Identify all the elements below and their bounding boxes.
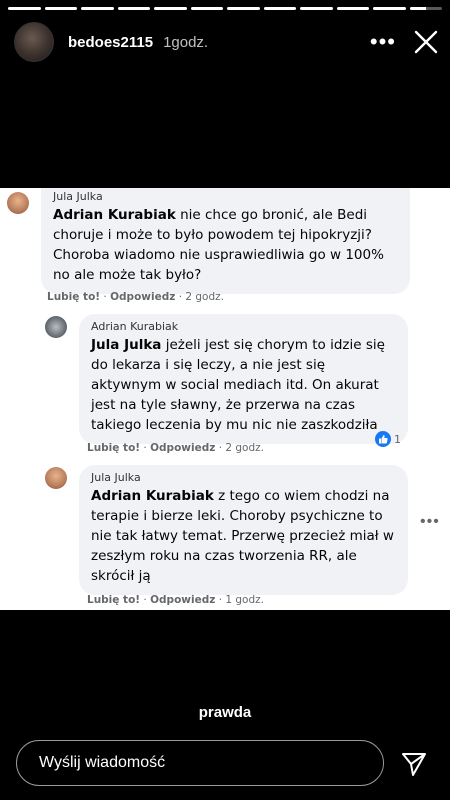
- facebook-comments-screenshot: Jula Julka Adrian Kurabiak nie chce go b…: [0, 188, 450, 610]
- comment-text: Jula Julka jeżeli jest się chorym to idz…: [91, 337, 385, 433]
- comment-actions: Lubię to! · Odpowiedz · 2 godz.: [47, 291, 224, 303]
- story-progress-segment: [154, 7, 187, 10]
- comment-text: Adrian Kurabiak nie chce go bronić, ale …: [53, 207, 384, 283]
- avatar[interactable]: [14, 22, 54, 62]
- story-progress-fill: [227, 7, 260, 10]
- comment-text: Adrian Kurabiak z tego co wiem chodzi na…: [91, 488, 394, 584]
- story-progress-segment: [190, 7, 223, 10]
- like-link[interactable]: Lubię to!: [87, 594, 140, 606]
- story-progress-fill: [117, 7, 150, 10]
- story-progress-segment: [373, 7, 406, 10]
- comment-2: Adrian Kurabiak Jula Julka jeżeli jest s…: [45, 314, 415, 444]
- story-progress-segment: [44, 7, 77, 10]
- comment-author: Adrian Kurabiak: [91, 320, 179, 333]
- story-progress-fill: [8, 7, 41, 10]
- story-progress-fill: [190, 7, 223, 10]
- reaction-count: 1: [394, 432, 401, 446]
- story-progress-segment: [81, 7, 114, 10]
- story-progress-fill: [81, 7, 114, 10]
- story-progress-segment: [263, 7, 296, 10]
- like-link[interactable]: Lubię to!: [47, 291, 100, 303]
- username[interactable]: bedoes2115: [68, 34, 153, 51]
- thumbs-up-icon: [375, 431, 391, 447]
- message-input[interactable]: Wyślij wiadomość: [16, 740, 384, 786]
- close-icon[interactable]: [414, 30, 438, 54]
- story-header: bedoes2115 1godz. •••: [14, 22, 438, 62]
- comment-mention[interactable]: Adrian Kurabiak: [91, 488, 214, 504]
- comment-actions: Lubię to! · Odpowiedz · 2 godz.: [87, 442, 264, 454]
- comment-avatar: [45, 467, 67, 489]
- paper-plane-icon[interactable]: [400, 750, 428, 783]
- story-progress-segment: [227, 7, 260, 10]
- comment-time: · 1 godz.: [218, 594, 264, 606]
- story-progress-fill: [154, 7, 187, 10]
- story-progress-fill: [409, 7, 426, 10]
- story-progress-segment: [300, 7, 333, 10]
- story-progress: [8, 7, 442, 10]
- comment-avatar: [7, 192, 29, 214]
- comment-avatar: [45, 316, 67, 338]
- story-progress-segment: [8, 7, 41, 10]
- reaction-summary[interactable]: 1: [375, 431, 401, 447]
- comment-bubble: Adrian Kurabiak Jula Julka jeżeli jest s…: [79, 314, 408, 444]
- timestamp: 1godz.: [163, 33, 209, 51]
- story-progress-fill: [373, 7, 406, 10]
- reply-link[interactable]: Odpowiedz: [150, 594, 215, 606]
- comment-1: Jula Julka Adrian Kurabiak nie chce go b…: [7, 188, 412, 294]
- comment-time: · 2 godz.: [218, 442, 264, 454]
- comment-mention[interactable]: Jula Julka: [91, 337, 161, 353]
- story-progress-fill: [336, 7, 369, 10]
- comment-bubble: Jula Julka Adrian Kurabiak nie chce go b…: [41, 188, 410, 294]
- comment-mention[interactable]: Adrian Kurabiak: [53, 207, 176, 223]
- reply-link[interactable]: Odpowiedz: [150, 442, 215, 454]
- comment-bubble: Jula Julka Adrian Kurabiak z tego co wie…: [79, 465, 408, 595]
- story-caption: prawda: [198, 704, 252, 721]
- like-link[interactable]: Lubię to!: [87, 442, 140, 454]
- comment-author: Jula Julka: [53, 190, 103, 203]
- reply-link[interactable]: Odpowiedz: [110, 291, 175, 303]
- story-progress-segment: [336, 7, 369, 10]
- comment-actions: Lubię to! · Odpowiedz · 1 godz.: [87, 594, 264, 606]
- story-progress-fill: [263, 7, 296, 10]
- story-progress-segment: [117, 7, 150, 10]
- story-progress-fill: [44, 7, 77, 10]
- comment-options-icon[interactable]: •••: [420, 513, 440, 531]
- story-progress-fill: [300, 7, 333, 10]
- more-options-icon[interactable]: •••: [370, 31, 396, 53]
- message-placeholder: Wyślij wiadomość: [39, 754, 166, 771]
- comment-time: · 2 godz.: [178, 291, 224, 303]
- comment-author: Jula Julka: [91, 471, 141, 484]
- comment-3: Jula Julka Adrian Kurabiak z tego co wie…: [45, 465, 415, 595]
- story-progress-segment: [409, 7, 442, 10]
